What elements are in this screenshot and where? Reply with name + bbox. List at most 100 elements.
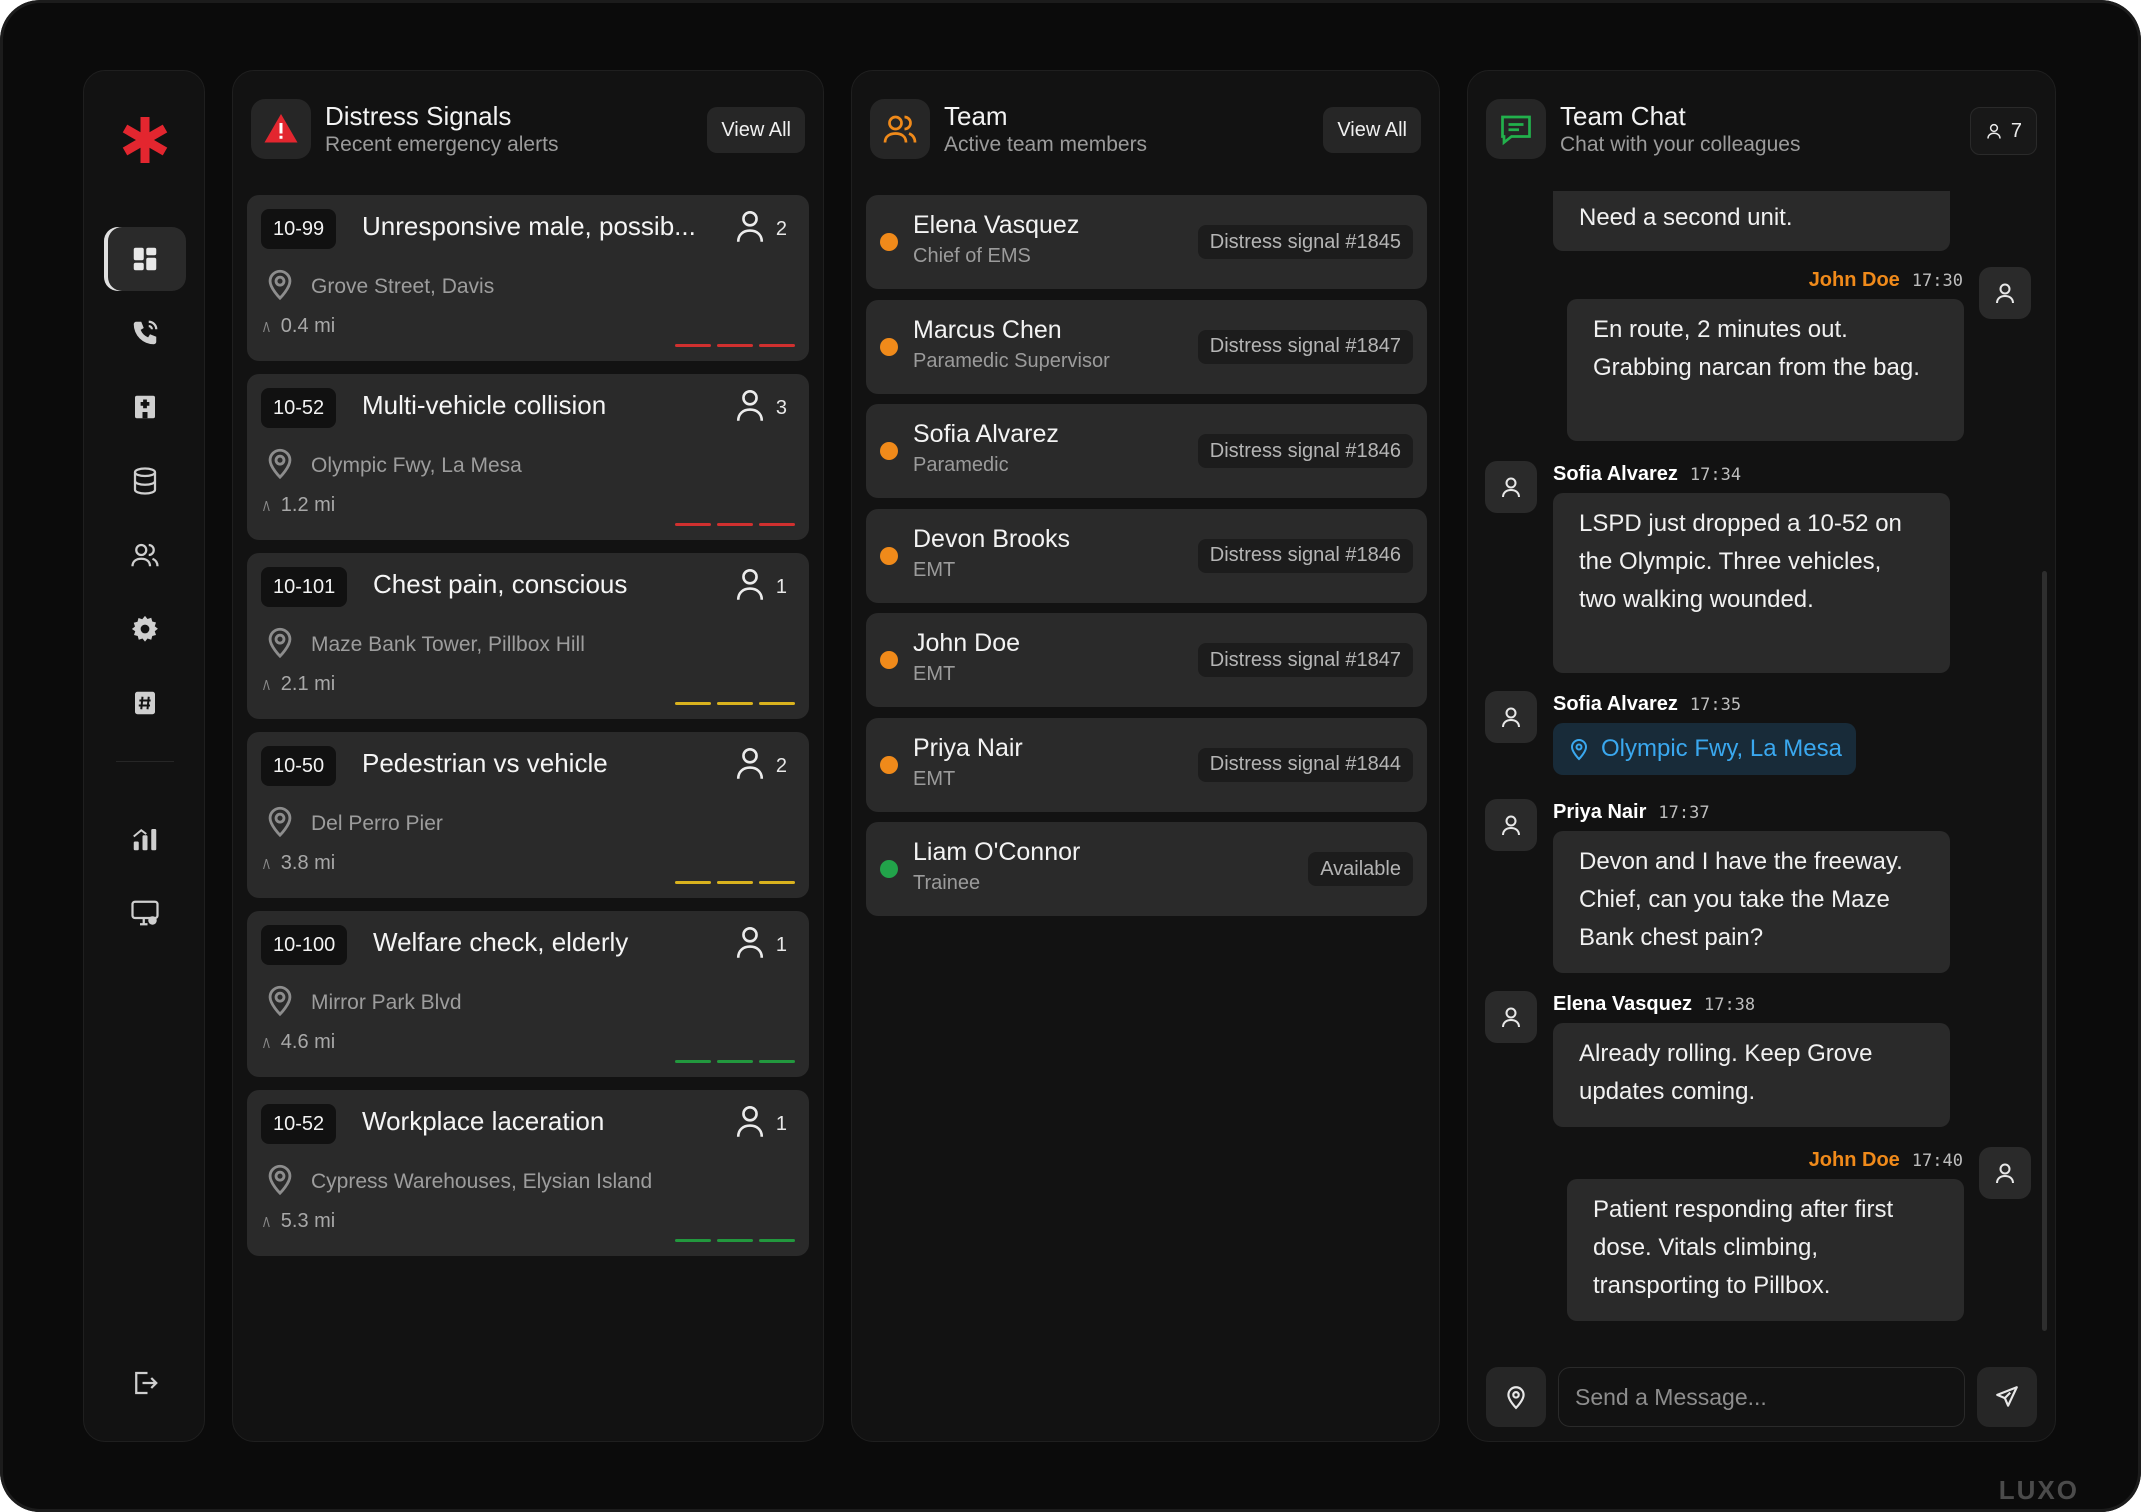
team-member-row[interactable]: Priya Nair EMT Distress signal #1844	[866, 717, 1427, 812]
member-name: Elena Vasquez	[913, 211, 1080, 239]
team-view-all-button[interactable]: View All	[1323, 107, 1421, 153]
message-author: Elena Vasquez	[1553, 993, 1692, 1015]
chat-message-bubble: Devon and I have the freeway. Chief, can…	[1553, 831, 1950, 973]
asterisk-logo[interactable]	[120, 115, 170, 165]
chat-scrollbar[interactable]	[2042, 571, 2047, 1331]
distress-card[interactable]: 10-99 Unresponsive male, possib... 2 Grove …	[247, 195, 809, 361]
card-title: Welfare check, elderly	[373, 927, 629, 957]
chat-message-header: Elena Vasquez 17:38	[1553, 993, 1755, 1016]
status-badge: Distress signal #1845	[1197, 225, 1413, 259]
grid-icon	[133, 247, 157, 271]
team-member-row[interactable]: Elena Vasquez Chief of EMS Distress signal…	[866, 195, 1427, 289]
database-icon	[133, 467, 157, 495]
distress-card[interactable]: 10-101 Chest pain, conscious 1 Maze Bank To…	[247, 553, 809, 719]
person-icon	[734, 388, 766, 428]
message-author: Priya Nair	[1553, 801, 1647, 823]
online-users-badge[interactable]: 7	[1969, 107, 2037, 155]
distress-card[interactable]: 10-50 Pedestrian vs vehicle 2 Del Perro Pie…	[247, 732, 809, 898]
brand-watermark: LUXO	[1998, 1475, 2079, 1505]
user-icon	[1502, 477, 1520, 498]
status-badge: Distress signal #1846	[1197, 434, 1413, 468]
message-author: John Doe	[1808, 269, 1900, 291]
person-icon	[734, 209, 766, 249]
sidebar	[83, 70, 205, 1442]
avatar	[1485, 461, 1537, 513]
share-location-button[interactable]	[1486, 1367, 1546, 1427]
responders-count: 1	[734, 925, 787, 965]
status-badge: Distress signal #1846	[1197, 538, 1413, 573]
nav-analytics[interactable]	[104, 807, 186, 871]
chat-message-bubble: LSPD just dropped a 10-52 on the Olympic…	[1553, 493, 1950, 673]
map-pin-icon	[1507, 1386, 1525, 1410]
nav-dashboard[interactable]	[104, 227, 186, 291]
chat-subtitle: Chat with your colleagues	[1560, 133, 1801, 156]
signals-header: Distress Signals Recent emergency alerts…	[251, 99, 805, 165]
severity-indicator	[675, 344, 795, 347]
nav-database[interactable]	[104, 449, 186, 513]
team-panel: Team Active team members View All Elena …	[851, 70, 1440, 1442]
code-badge: 10-101	[261, 567, 348, 607]
chat-bubble-icon	[1486, 99, 1546, 159]
map-pin-icon	[263, 983, 297, 1023]
nav-settings[interactable]	[104, 597, 186, 661]
member-name: John Doe	[913, 629, 1021, 657]
user-icon	[1502, 707, 1520, 728]
responders-count: 3	[734, 388, 787, 428]
team-member-row[interactable]: Liam O'Connor Trainee Available	[866, 822, 1427, 916]
member-name: Devon Brooks	[913, 524, 1071, 553]
card-location: Del Perro Pier	[263, 804, 443, 844]
distress-card[interactable]: 10-100 Welfare check, elderly 1 Mirror Park…	[247, 911, 809, 1077]
member-role: EMT	[913, 558, 956, 581]
map-pin-icon	[1570, 739, 1588, 761]
status-dot	[880, 337, 898, 356]
member-role: Paramedic	[913, 454, 1009, 476]
phone-icon	[133, 320, 158, 345]
chat-message-bubble: Need a second unit.	[1553, 191, 1950, 251]
shared-location-chip[interactable]: Olympic Fwy, La Mesa	[1553, 723, 1856, 775]
team-member-row[interactable]: John Doe EMT Distress signal #1847	[866, 613, 1427, 707]
card-distance: /\ 0.4 mi	[263, 315, 335, 338]
responders-value: 3	[775, 396, 787, 419]
team-subtitle: Active team members	[944, 133, 1148, 156]
distress-card[interactable]: 10-52 Multi-vehicle collision 3 Olympic Fwy…	[247, 374, 809, 540]
responders-count: 1	[734, 1104, 787, 1144]
person-icon	[734, 1104, 766, 1144]
nav-hospital[interactable]	[104, 375, 186, 439]
card-location: Olympic Fwy, La Mesa	[263, 446, 522, 486]
card-title: Unresponsive male, possib...	[362, 211, 696, 241]
send-button[interactable]	[1977, 1367, 2037, 1427]
alert-triangle-icon	[251, 99, 311, 159]
team-member-row[interactable]: Devon Brooks EMT Distress signal #1846	[866, 508, 1427, 603]
message-time: 17:40	[1911, 1151, 1963, 1171]
avatar	[1979, 267, 2031, 319]
message-input[interactable]	[1558, 1367, 1965, 1427]
nav-team[interactable]	[104, 523, 186, 587]
distance-text: 2.1 mi	[280, 673, 336, 695]
member-role: EMT	[913, 767, 956, 790]
distance-text: 1.2 mi	[280, 494, 336, 516]
road-icon: /\	[263, 1034, 270, 1051]
signals-view-all-button[interactable]: View All	[707, 107, 805, 153]
nav-system[interactable]	[104, 881, 186, 945]
map-pin-icon	[263, 446, 297, 486]
responders-value: 1	[775, 933, 787, 956]
chat-header: Team Chat Chat with your colleagues 7	[1486, 99, 2037, 165]
severity-indicator	[675, 702, 795, 705]
distress-card[interactable]: 10-52 Workplace laceration 1 Cypress Wareho…	[247, 1090, 809, 1256]
message-author: John Doe	[1808, 1149, 1900, 1171]
status-dot	[880, 860, 898, 878]
logout-button[interactable]	[104, 1351, 186, 1415]
responders-value: 2	[775, 754, 787, 777]
app-window: Distress Signals Recent emergency alerts…	[0, 0, 2141, 1512]
status-dot	[880, 651, 898, 669]
nav-units[interactable]	[104, 671, 186, 735]
nav-divider	[116, 761, 174, 762]
nav-calls[interactable]	[104, 301, 186, 365]
team-member-row[interactable]: Sofia Alvarez Paramedic Distress signal #1…	[866, 404, 1427, 498]
message-author: Sofia Alvarez	[1553, 693, 1678, 715]
signals-subtitle: Recent emergency alerts	[325, 133, 559, 156]
chat-title: Team Chat	[1560, 101, 1686, 131]
card-distance: /\ 3.8 mi	[263, 852, 335, 875]
team-member-row[interactable]: Marcus Chen Paramedic Supervisor Distress …	[866, 299, 1427, 394]
distance-text: 4.6 mi	[280, 1031, 336, 1053]
